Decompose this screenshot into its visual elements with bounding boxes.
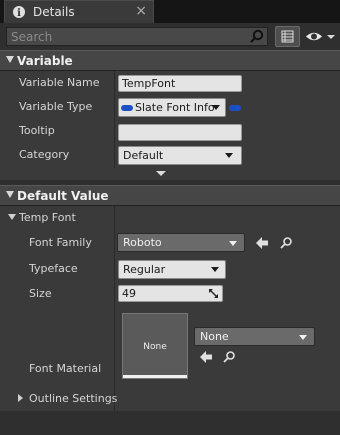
chevron-down-icon <box>225 153 233 158</box>
magnifier-icon[interactable] <box>222 350 236 364</box>
category-dropdown[interactable]: Default <box>118 146 242 165</box>
variable-type-dropdown[interactable]: Slate Font Info <box>118 98 226 117</box>
empty-area <box>0 411 340 435</box>
section-label: Variable <box>17 54 73 68</box>
chevron-down-icon <box>229 241 237 246</box>
variable-name-label: Variable Name <box>19 76 100 89</box>
tooltip-label: Tooltip <box>19 124 55 137</box>
details-panel: Variable Variable Name TempFont Variable… <box>0 23 340 435</box>
pin-type-icon <box>121 105 133 111</box>
search-row <box>0 23 340 50</box>
row-temp-font[interactable]: Temp Font <box>0 206 340 230</box>
font-family-value: Roboto <box>123 236 162 249</box>
arrow-left-icon[interactable] <box>199 350 213 364</box>
size-label: Size <box>29 287 52 300</box>
chevron-down-icon <box>212 105 220 110</box>
font-material-label: Font Material <box>29 362 102 375</box>
size-value: 49 <box>122 287 136 300</box>
expand-arrow-icon <box>18 394 23 402</box>
typeface-label: Typeface <box>29 262 78 275</box>
magnifier-icon[interactable] <box>279 236 293 250</box>
row-outline-settings[interactable]: Outline Settings <box>0 387 340 411</box>
size-spinbox[interactable]: 49 <box>118 285 223 302</box>
row-tooltip: Tooltip <box>0 119 340 143</box>
variable-name-field[interactable]: TempFont <box>118 75 242 92</box>
tab-title: Details <box>33 5 75 19</box>
section-header-variable[interactable]: Variable <box>0 50 340 71</box>
variable-type-label: Variable Type <box>19 100 93 113</box>
tab-details[interactable]: i Details × <box>4 0 154 23</box>
font-family-label: Font Family <box>29 236 92 249</box>
view-options-button[interactable] <box>304 27 338 46</box>
font-material-thumbnail[interactable]: None <box>122 313 188 379</box>
property-matrix-icon <box>281 30 294 43</box>
temp-font-label: Temp Font <box>19 211 76 224</box>
row-variable-type: Variable Type Slate Font Info <box>0 95 340 119</box>
tab-bar: i Details × <box>0 0 340 23</box>
arrow-left-icon[interactable] <box>255 236 269 250</box>
variable-type-value: Slate Font Info <box>135 101 215 114</box>
details-icon: i <box>13 6 25 19</box>
view-options-icon <box>306 32 335 41</box>
font-material-dropdown[interactable]: None <box>194 327 315 346</box>
row-typeface: Typeface Regular <box>0 257 340 281</box>
collapse-arrow-icon <box>6 56 14 63</box>
row-size: Size 49 <box>0 282 340 306</box>
chevron-down-icon <box>211 267 219 272</box>
expand-arrow-icon <box>156 171 166 176</box>
thumbnail-bar <box>123 375 187 378</box>
tooltip-field[interactable] <box>118 124 242 141</box>
row-font-family: Font Family Roboto <box>0 231 340 255</box>
close-icon[interactable]: × <box>135 3 147 19</box>
typeface-value: Regular <box>123 263 166 276</box>
chevron-down-icon <box>299 335 307 340</box>
property-matrix-button[interactable] <box>275 26 300 47</box>
advanced-expander[interactable] <box>0 168 340 180</box>
row-variable-name: Variable Name TempFont <box>0 71 340 95</box>
search-box <box>6 27 268 46</box>
thumbnail-label: None <box>143 342 167 352</box>
search-icon[interactable] <box>249 29 264 44</box>
font-family-dropdown[interactable]: Roboto <box>117 233 245 252</box>
category-label: Category <box>19 148 70 161</box>
resize-arrows-icon <box>209 289 218 298</box>
variable-rows: Variable Name TempFont Variable Type Sla… <box>0 71 340 168</box>
category-value: Default <box>123 149 164 162</box>
section-label: Default Value <box>17 189 109 203</box>
section-header-default-value[interactable]: Default Value <box>0 185 340 206</box>
typeface-dropdown[interactable]: Regular <box>118 260 226 279</box>
row-category: Category Default <box>0 143 340 167</box>
outline-settings-label: Outline Settings <box>29 392 118 405</box>
search-input[interactable] <box>11 29 241 44</box>
collapse-arrow-icon <box>6 191 14 198</box>
font-material-value: None <box>200 330 229 343</box>
svg-text:i: i <box>17 8 21 19</box>
container-type-icon[interactable] <box>229 105 241 111</box>
default-value-rows: Temp Font Font Family Roboto Typeface Re… <box>0 206 340 411</box>
collapse-arrow-icon <box>8 214 16 220</box>
